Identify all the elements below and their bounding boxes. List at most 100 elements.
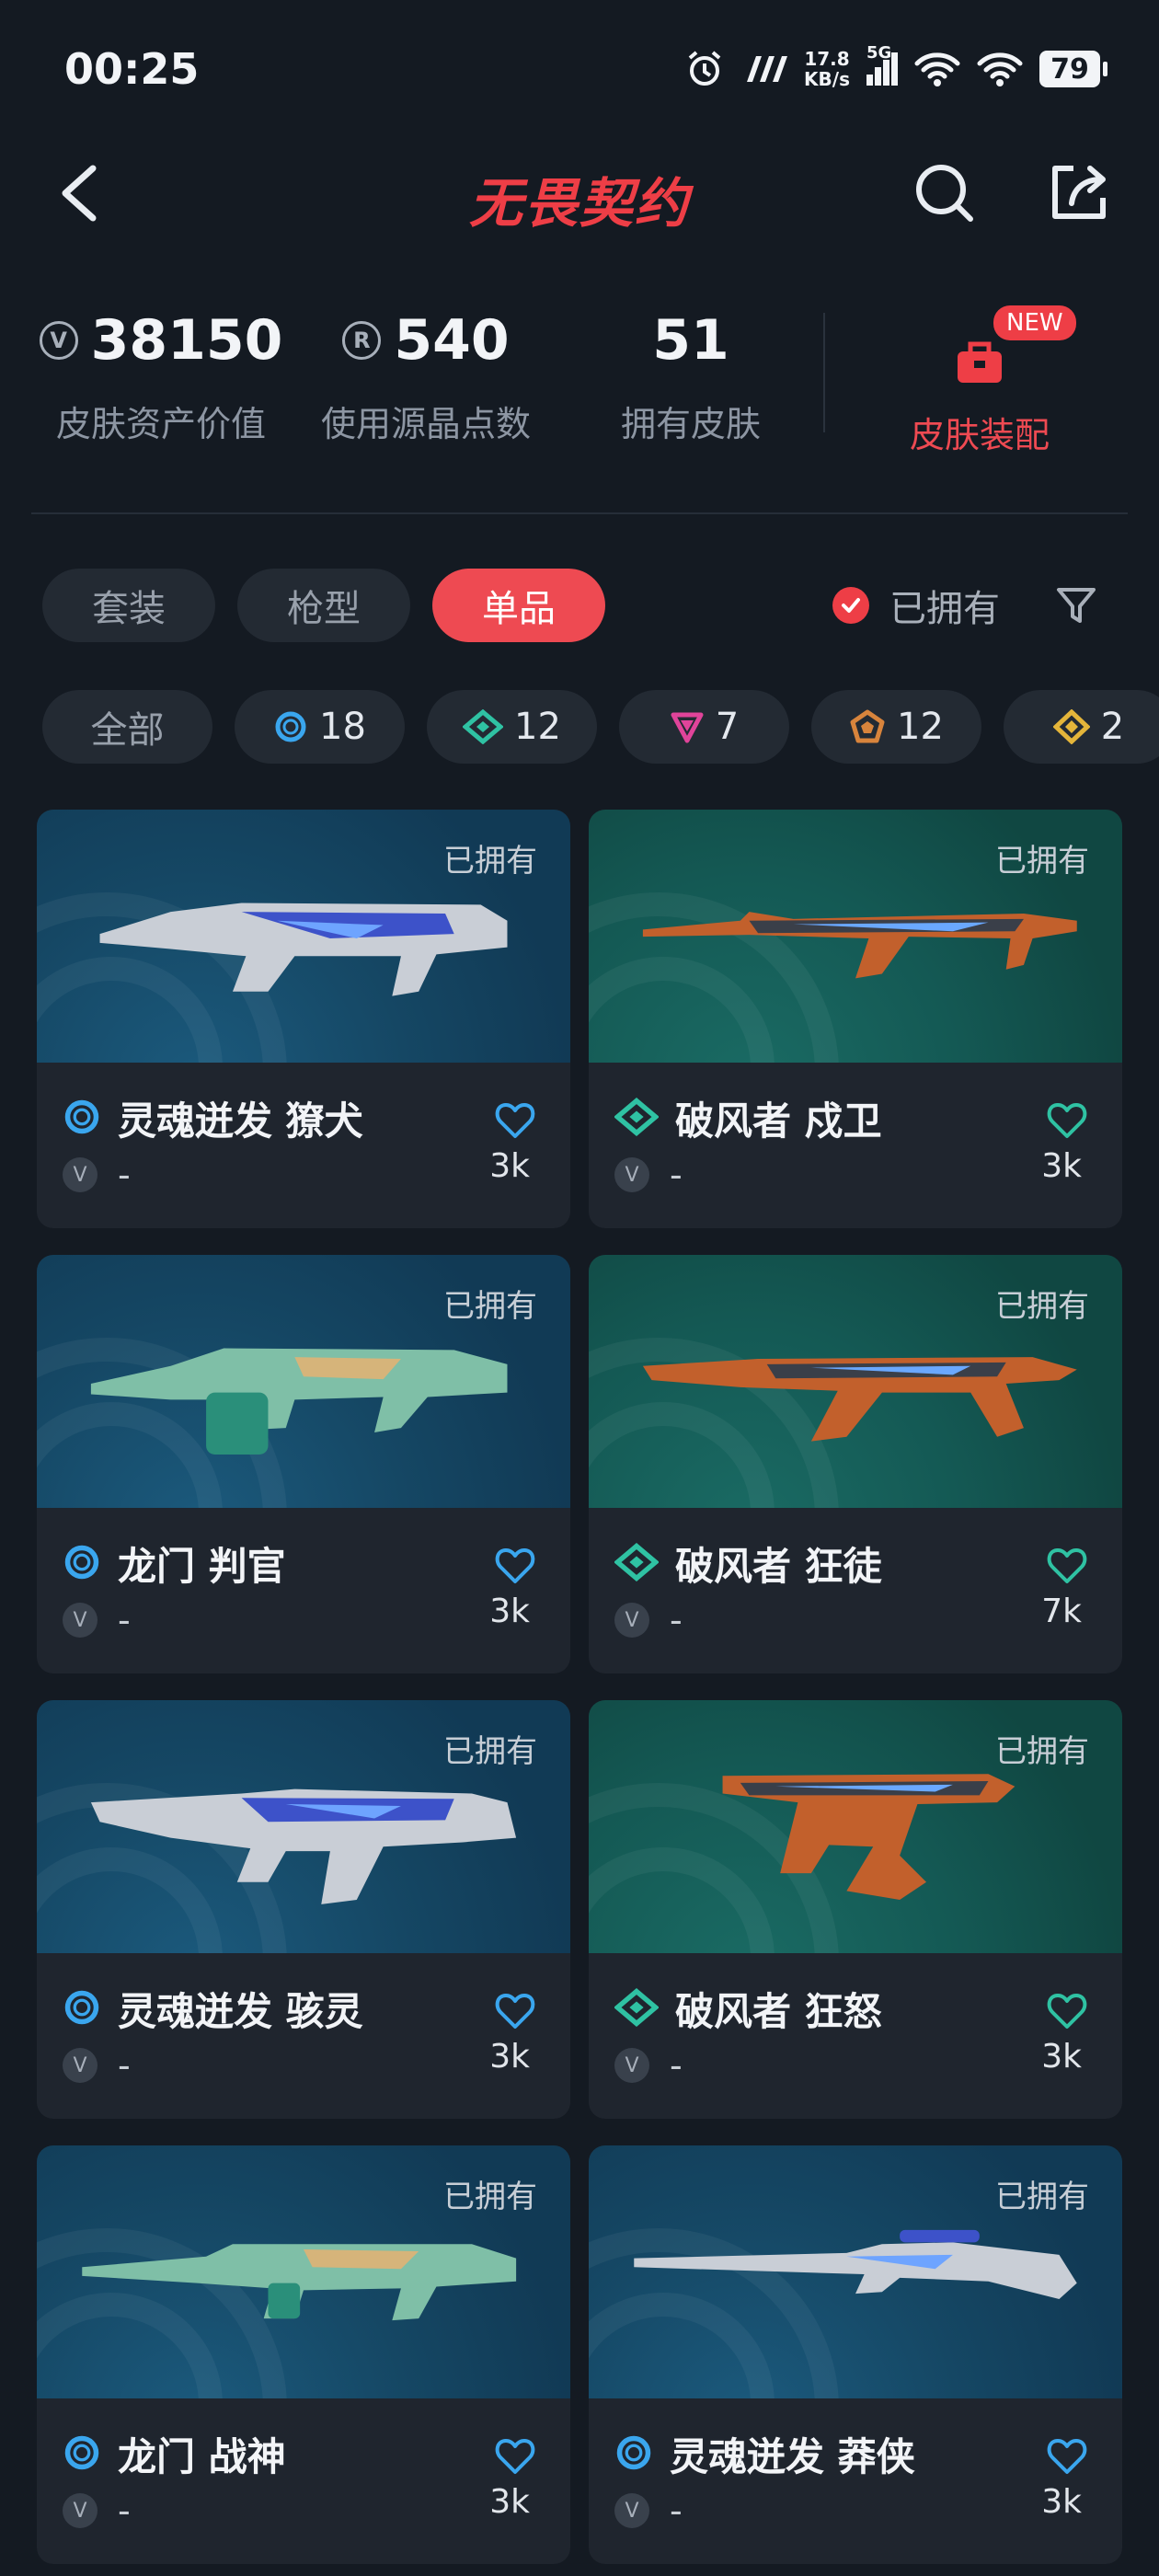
- skins-count: 51: [652, 308, 729, 373]
- skin-loadout-label: 皮肤装配: [909, 415, 1050, 455]
- tab-gun-type[interactable]: 枪型: [237, 569, 410, 642]
- like-count: 3k: [489, 2038, 530, 2076]
- owned-tag: 已拥有: [995, 2179, 1089, 2215]
- checkmark-icon: [832, 587, 869, 624]
- skin-image: 已拥有: [37, 2145, 570, 2398]
- skins-count-label: 拥有皮肤: [620, 404, 761, 444]
- tier-blue-icon: [614, 2433, 653, 2476]
- like-heart-icon[interactable]: [493, 1543, 537, 1587]
- share-icon: [1052, 166, 1106, 219]
- radianite-icon: R: [342, 321, 382, 360]
- skin-info: 龙门 战神 V - 3k: [37, 2398, 570, 2564]
- stats-divider: [823, 313, 825, 432]
- loadout-bag-icon: [958, 341, 1002, 383]
- chip-tier-blue[interactable]: 18: [235, 690, 405, 764]
- skin-price: -: [118, 1155, 131, 1195]
- new-badge: NEW: [993, 305, 1076, 340]
- owned-tag: 已拥有: [443, 1733, 537, 1770]
- chip-tier-green[interactable]: 12: [427, 690, 597, 764]
- owned-tag: 已拥有: [443, 843, 537, 880]
- valorant-points-icon: V: [63, 1603, 98, 1638]
- skin-price: -: [670, 2490, 683, 2531]
- tier-pink-icon: [671, 712, 704, 743]
- skin-name: 龙门 战神: [118, 2434, 286, 2479]
- signal-icon: 5G: [866, 43, 898, 86]
- owned-tag: 已拥有: [443, 1288, 537, 1325]
- skin-card[interactable]: 已拥有灵魂迸发 獠犬 V - 3k: [37, 810, 570, 1228]
- tier-blue-icon: [63, 1988, 101, 2030]
- tier-green-icon: [614, 1542, 660, 1585]
- status-bar: 00:25 17.8 KB/s 5G 79: [0, 0, 1159, 138]
- tier-blue-icon: [63, 1543, 101, 1585]
- skin-loadout-button[interactable]: NEW 皮肤装配: [846, 294, 1113, 457]
- skin-name: 破风者 狂怒: [675, 1989, 882, 2034]
- like-heart-icon[interactable]: [493, 2433, 537, 2478]
- skin-price: -: [118, 2490, 131, 2531]
- owned-filter-toggle[interactable]: 已拥有: [832, 569, 1000, 642]
- chip-tier-gold-count: 2: [1100, 706, 1125, 748]
- app-notification-icon: [747, 56, 788, 82]
- valorant-points-icon: V: [614, 1603, 649, 1638]
- skin-card[interactable]: 已拥有 灵魂迸发 莽侠 V - 3k: [589, 2145, 1122, 2564]
- skin-image: 已拥有: [37, 1700, 570, 1953]
- skin-card[interactable]: 已拥有灵魂迸发 骇灵 V - 3k: [37, 1700, 570, 2119]
- tier-green-icon: [614, 1097, 660, 1140]
- like-heart-icon[interactable]: [493, 1098, 537, 1142]
- search-button[interactable]: [906, 155, 983, 232]
- alarm-icon: [688, 51, 721, 86]
- skin-card[interactable]: 已拥有龙门 战神 V - 3k: [37, 2145, 570, 2564]
- skin-name: 灵魂迸发 獠犬: [118, 1098, 363, 1144]
- tier-orange-icon: [850, 709, 885, 743]
- share-button[interactable]: [1039, 155, 1117, 232]
- wifi-icon-2: [977, 52, 1023, 86]
- skin-info: 灵魂迸发 獠犬 V - 3k: [37, 1063, 570, 1228]
- like-heart-icon[interactable]: [493, 1988, 537, 2032]
- chip-tier-gold[interactable]: 2: [1004, 690, 1159, 764]
- status-icons: 17.8 KB/s 5G 79: [684, 43, 1107, 92]
- status-time: 00:25: [64, 44, 200, 94]
- app-header: 无畏契约: [0, 138, 1159, 248]
- filter-button[interactable]: [1039, 569, 1113, 642]
- like-heart-icon[interactable]: [1045, 1098, 1089, 1142]
- tier-blue-icon: [63, 1098, 101, 1140]
- owned-tag: 已拥有: [443, 2179, 537, 2215]
- points-value: 540: [394, 308, 510, 373]
- owned-filter-label: 已拥有: [889, 588, 1000, 630]
- skin-image: 已拥有: [589, 1700, 1122, 1953]
- valorant-points-icon: V: [63, 2048, 98, 2083]
- chip-all[interactable]: 全部: [42, 690, 212, 764]
- search-icon: [916, 165, 973, 222]
- chip-tier-pink[interactable]: 7: [619, 690, 789, 764]
- skin-price: -: [670, 1155, 683, 1195]
- section-divider: [31, 512, 1128, 514]
- page-title: 无畏契约: [468, 172, 690, 235]
- chip-tier-green-count: 12: [514, 706, 561, 748]
- skin-card[interactable]: 已拥有 破风者 狂徒 V - 7k: [589, 1255, 1122, 1673]
- points-stat: R 540 使用源晶点数: [293, 304, 559, 446]
- skin-card[interactable]: 已拥有 破风者 狂怒 V - 3k: [589, 1700, 1122, 2119]
- asset-value-label: 皮肤资产价值: [55, 404, 266, 444]
- skin-price: -: [670, 2045, 683, 2086]
- skin-price: -: [670, 1600, 683, 1640]
- like-heart-icon[interactable]: [1045, 1988, 1089, 2032]
- skin-info: 灵魂迸发 莽侠 V - 3k: [589, 2398, 1122, 2564]
- skin-info: 灵魂迸发 骇灵 V - 3k: [37, 1953, 570, 2119]
- skin-name: 龙门 判官: [118, 1544, 286, 1589]
- skin-info: 破风者 戍卫 V - 3k: [589, 1063, 1122, 1228]
- like-count: 3k: [1041, 2483, 1082, 2521]
- asset-value-stat: V 38150 皮肤资产价值: [28, 304, 294, 446]
- tab-single-item[interactable]: 单品: [432, 569, 605, 642]
- skin-info: 龙门 判官 V - 3k: [37, 1508, 570, 1673]
- tab-set[interactable]: 套装: [42, 569, 215, 642]
- battery-indicator: 79: [1039, 51, 1107, 87]
- wifi-icon: [914, 52, 960, 86]
- skin-card[interactable]: 已拥有 龙门 判官 V - 3k: [37, 1255, 570, 1673]
- skin-info: 破风者 狂怒 V - 3k: [589, 1953, 1122, 2119]
- like-heart-icon[interactable]: [1045, 2433, 1089, 2478]
- tier-gold-icon: [1052, 709, 1090, 744]
- skin-image: 已拥有: [589, 2145, 1122, 2398]
- like-count: 7k: [1041, 1593, 1082, 1630]
- chip-tier-orange[interactable]: 12: [811, 690, 981, 764]
- like-heart-icon[interactable]: [1045, 1543, 1089, 1587]
- skin-card[interactable]: 已拥有 破风者 戍卫 V - 3k: [589, 810, 1122, 1228]
